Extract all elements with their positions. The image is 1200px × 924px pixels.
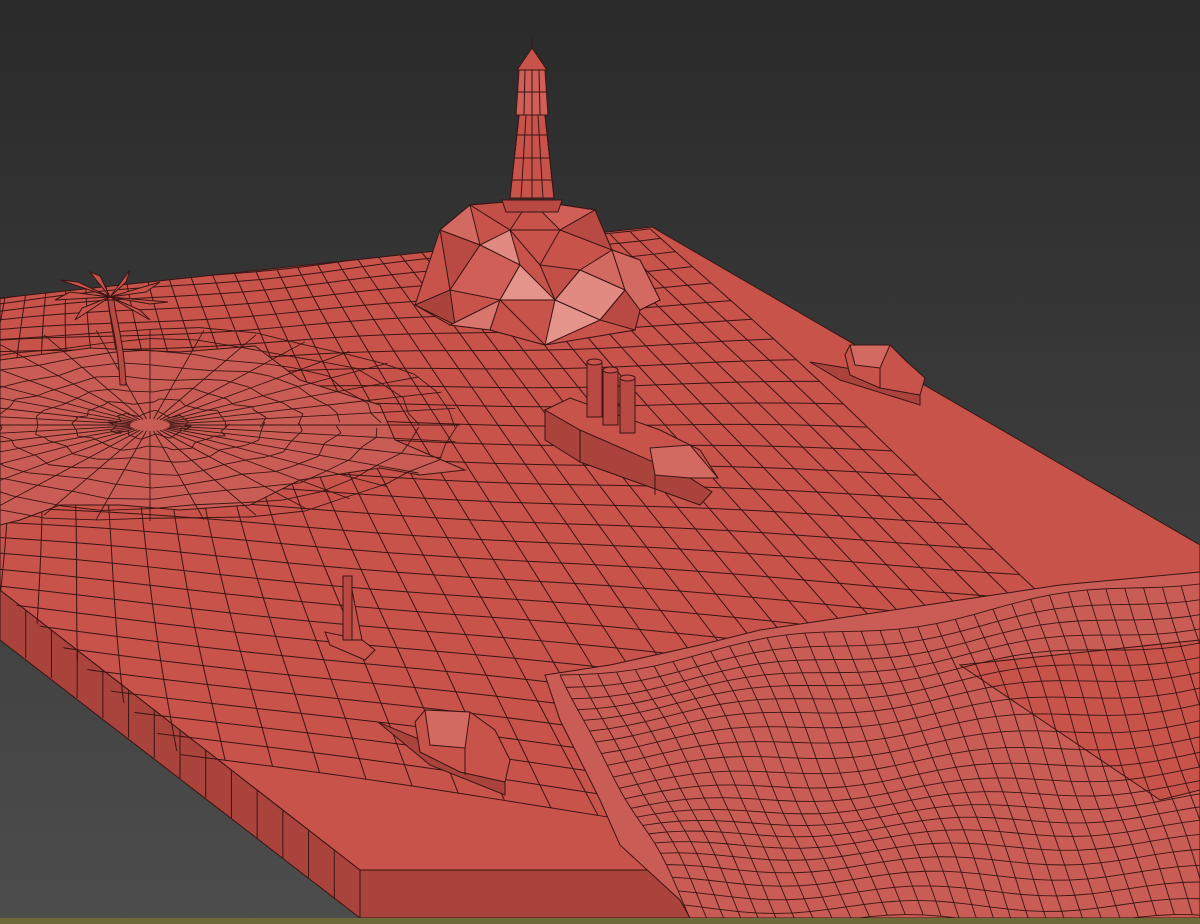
viewport-bottom-strip (0, 918, 1200, 924)
lighthouse-base (501, 199, 563, 213)
sailboat-sail (342, 575, 353, 641)
3d-viewport[interactable] (0, 0, 1200, 924)
